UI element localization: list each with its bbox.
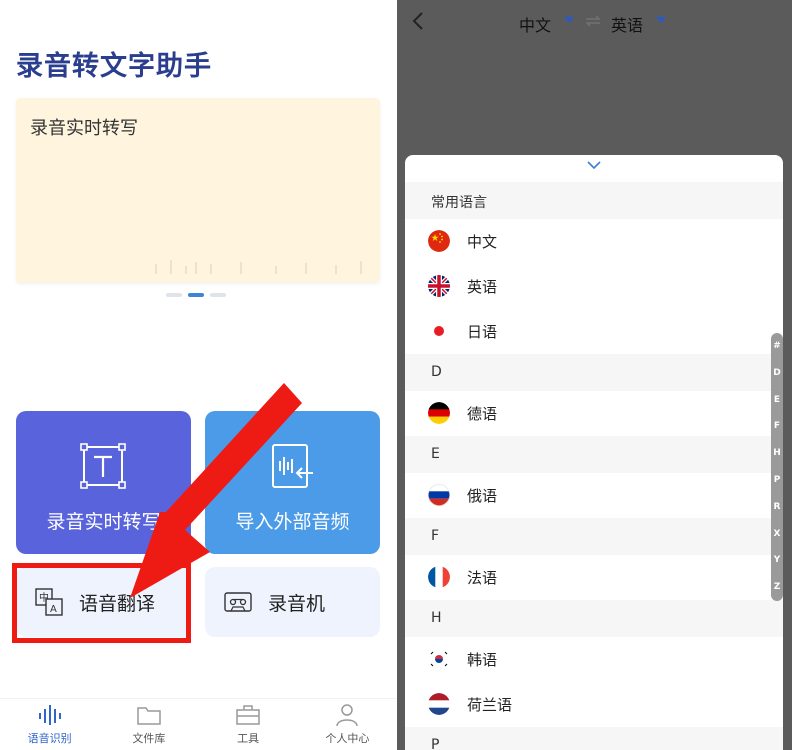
- language-list-sheet: 常用语言 中文 英语 日语 D 德语 E 俄语 F 法语 H 韩语 荷兰语 P …: [405, 155, 783, 750]
- language-label: 英语: [467, 278, 498, 296]
- highlight-box-annotation: [12, 563, 191, 643]
- section-header: E: [405, 436, 783, 473]
- france-flag-icon: [428, 566, 450, 588]
- language-label: 德语: [467, 405, 498, 423]
- section-header: F: [405, 518, 783, 555]
- index-letter[interactable]: P: [771, 467, 783, 494]
- nav-label: 文件库: [132, 732, 166, 745]
- home-screen: 录音转文字助手 录音实时转写 录音实时转写 导入外部音频 中 A 语音翻译 录音…: [0, 0, 397, 750]
- language-item-english[interactable]: 英语: [405, 264, 783, 309]
- back-arrow-icon[interactable]: [411, 10, 425, 32]
- section-header: D: [405, 354, 783, 391]
- carousel-dot[interactable]: [210, 293, 226, 297]
- source-dropdown-icon[interactable]: [564, 17, 574, 23]
- language-picker-screen: 中文 英语 常用语言 中文 英语 日语 D 德语 E 俄语 F 法语 H 韩语 …: [397, 0, 792, 750]
- realtime-transcribe-label: 录音实时转写: [46, 511, 161, 533]
- nav-profile[interactable]: 个人中心: [298, 699, 397, 750]
- section-header-label: F: [431, 528, 440, 544]
- section-header: 常用语言: [405, 182, 783, 219]
- cassette-icon: [224, 592, 252, 612]
- nav-label: 工具: [237, 732, 260, 745]
- person-icon: [336, 704, 359, 727]
- section-header: H: [405, 600, 783, 637]
- language-item-chinese[interactable]: 中文: [405, 219, 783, 264]
- target-dropdown-icon[interactable]: [656, 17, 666, 23]
- section-header: P: [405, 727, 783, 750]
- carousel-dot[interactable]: [166, 293, 182, 297]
- language-label: 中文: [467, 233, 498, 251]
- language-item-german[interactable]: 德语: [405, 391, 783, 436]
- nav-label: 个人中心: [325, 732, 370, 745]
- section-header-label: E: [431, 446, 440, 462]
- chevron-down-icon[interactable]: [586, 160, 602, 170]
- recorder-label: 录音机: [268, 593, 326, 615]
- nav-speech-recognition[interactable]: 语音识别: [0, 699, 99, 750]
- section-header-label: 常用语言: [431, 195, 487, 211]
- realtime-transcribe-card[interactable]: 录音实时转写: [16, 411, 191, 554]
- index-letter[interactable]: Z: [771, 574, 783, 601]
- banner-carousel[interactable]: 录音实时转写: [16, 98, 380, 282]
- app-title: 录音转文字助手: [16, 51, 212, 82]
- index-letter[interactable]: H: [771, 440, 783, 467]
- waveform-decoration-icon: [155, 260, 362, 274]
- index-letter[interactable]: X: [771, 521, 783, 548]
- nav-tools[interactable]: 工具: [199, 699, 298, 750]
- language-label: 俄语: [467, 487, 498, 505]
- language-item-japanese[interactable]: 日语: [405, 309, 783, 354]
- language-item-dutch[interactable]: 荷兰语: [405, 682, 783, 727]
- folder-icon: [137, 707, 161, 725]
- audio-import-icon: [272, 444, 313, 488]
- language-item-russian[interactable]: 俄语: [405, 473, 783, 518]
- language-label: 法语: [467, 569, 498, 587]
- nav-file-library[interactable]: 文件库: [99, 699, 198, 750]
- section-header-label: P: [431, 737, 440, 750]
- korea-flag-icon: [428, 648, 450, 670]
- screenshot-stage: 录音转文字助手 录音实时转写 录音实时转写 导入外部音频 中 A 语音翻译 录音…: [0, 0, 792, 750]
- carousel-dot-active[interactable]: [188, 293, 204, 297]
- language-label: 日语: [467, 323, 498, 341]
- section-header-label: H: [431, 610, 442, 626]
- index-letter[interactable]: R: [771, 494, 783, 521]
- swap-languages-icon[interactable]: [585, 15, 601, 27]
- text-frame-icon: [80, 443, 126, 489]
- japan-flag-icon: [428, 320, 450, 342]
- nav-label: 语音识别: [27, 732, 72, 745]
- index-letter[interactable]: #: [771, 333, 783, 360]
- germany-flag-icon: [428, 402, 450, 424]
- language-label: 韩语: [467, 651, 498, 669]
- index-letter[interactable]: D: [771, 360, 783, 387]
- import-audio-label: 导入外部音频: [235, 511, 350, 533]
- index-letter[interactable]: E: [771, 387, 783, 414]
- section-header-label: D: [431, 364, 442, 380]
- china-flag-icon: [428, 230, 450, 252]
- import-audio-card[interactable]: 导入外部音频: [205, 411, 380, 554]
- russia-flag-icon: [428, 484, 450, 506]
- waveform-icon: [38, 705, 61, 725]
- uk-flag-icon: [428, 275, 450, 297]
- index-letter[interactable]: F: [771, 413, 783, 440]
- banner-title: 录音实时转写: [30, 118, 138, 139]
- toolbox-icon: [236, 705, 260, 725]
- language-item-korean[interactable]: 韩语: [405, 637, 783, 682]
- source-language-selector[interactable]: 中文: [519, 12, 551, 36]
- carousel-indicator: [166, 293, 226, 299]
- bottom-navigation: 语音识别 文件库 工具 个人中心: [0, 698, 397, 750]
- recorder-tile[interactable]: 录音机: [205, 567, 380, 637]
- target-language-selector[interactable]: 英语: [611, 12, 643, 36]
- netherlands-flag-icon: [428, 693, 450, 715]
- top-bar: 中文 英语: [397, 0, 792, 42]
- language-item-french[interactable]: 法语: [405, 555, 783, 600]
- language-label: 荷兰语: [467, 696, 513, 714]
- alphabet-index-bar[interactable]: # D E F H P R X Y Z: [771, 333, 783, 601]
- index-letter[interactable]: Y: [771, 547, 783, 574]
